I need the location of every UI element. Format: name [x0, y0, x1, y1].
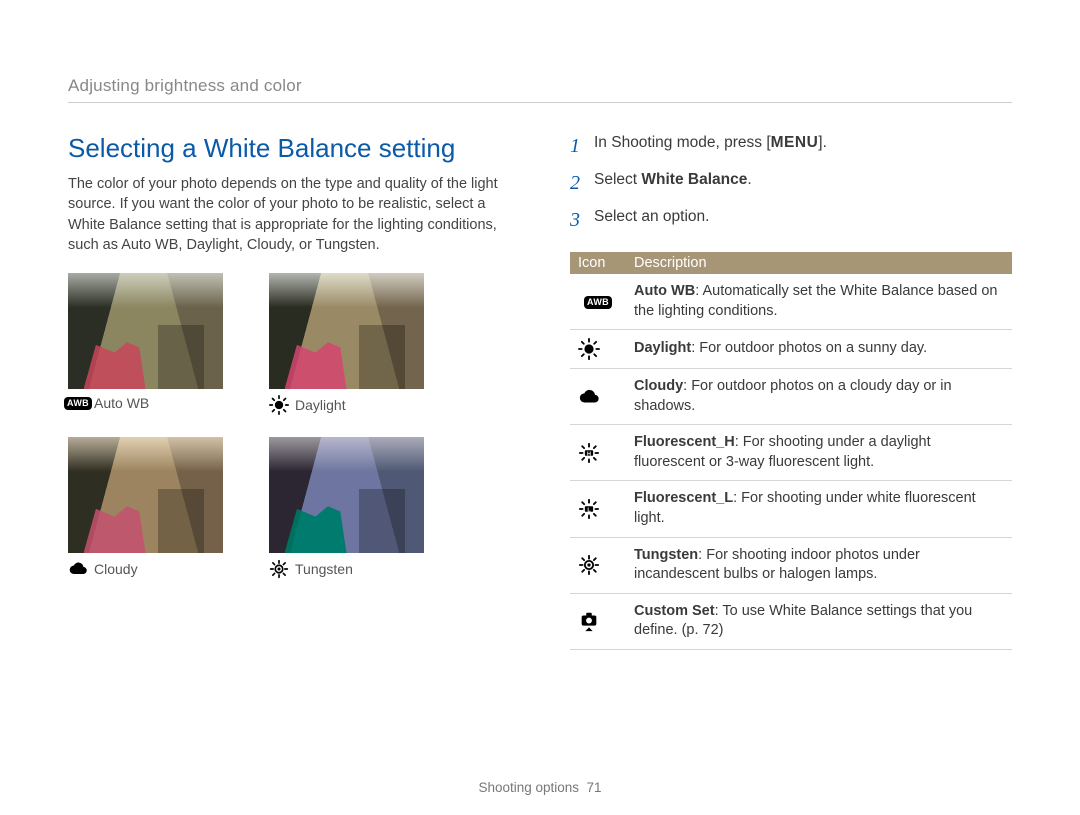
fluorescent-l-icon: L — [578, 498, 618, 520]
svg-text:H: H — [587, 451, 591, 457]
options-table: Icon Description AWB Auto WB: Automatica… — [570, 252, 1012, 650]
awb-icon: AWB — [68, 397, 88, 410]
step-bold: White Balance — [641, 171, 747, 188]
page-title: Selecting a White Balance setting — [68, 133, 510, 164]
menu-key: MENU — [771, 134, 819, 151]
step-text: Select — [594, 171, 641, 188]
step-number: 2 — [570, 170, 594, 197]
thumb-tungsten: Tungsten — [269, 437, 424, 579]
table-row: AWB Auto WB: Automatically set the White… — [570, 274, 1012, 330]
step-number: 3 — [570, 207, 594, 234]
table-row: Tungsten: For shooting indoor photos und… — [570, 537, 1012, 593]
thumb-label-text: Auto WB — [94, 395, 149, 411]
option-name: Fluorescent_H — [634, 434, 735, 450]
option-name: Cloudy — [634, 378, 683, 394]
thumb-label-text: Daylight — [295, 397, 346, 413]
step-text: In Shooting mode, press [ — [594, 134, 771, 151]
option-name: Auto WB — [634, 283, 695, 299]
tungsten-icon — [578, 554, 618, 576]
step-number: 1 — [570, 133, 594, 160]
thumb-label-text: Tungsten — [295, 561, 353, 577]
breadcrumb: Adjusting brightness and color — [68, 76, 1012, 103]
thumb-label-text: Cloudy — [94, 561, 138, 577]
intro-paragraph: The color of your photo depends on the t… — [68, 174, 510, 255]
table-row: L Fluorescent_L: For shooting under whit… — [570, 481, 1012, 537]
awb-icon: AWB — [584, 293, 612, 309]
daylight-icon — [269, 395, 289, 415]
thumb-auto-wb: AWB Auto WB — [68, 273, 223, 415]
thumb-image — [68, 437, 223, 553]
step-text: . — [747, 171, 751, 188]
table-row: Daylight: For outdoor photos on a sunny … — [570, 330, 1012, 369]
step-text: Select an option. — [594, 207, 709, 234]
thumb-image — [269, 437, 424, 553]
cloudy-icon — [68, 559, 88, 579]
tungsten-icon — [269, 559, 289, 579]
thumb-image — [68, 273, 223, 389]
table-row: H Fluorescent_H: For shooting under a da… — [570, 425, 1012, 481]
thumb-image — [269, 273, 424, 389]
steps-list: 1 In Shooting mode, press [MENU]. 2 Sele… — [570, 133, 1012, 234]
option-name: Tungsten — [634, 547, 698, 563]
footer-page: 71 — [587, 780, 602, 795]
fluorescent-h-icon: H — [578, 442, 618, 464]
daylight-icon — [578, 338, 618, 360]
option-desc: : For outdoor photos on a sunny day. — [691, 340, 927, 356]
table-row: Cloudy: For outdoor photos on a cloudy d… — [570, 369, 1012, 425]
option-name: Fluorescent_L — [634, 490, 733, 506]
option-name: Daylight — [634, 340, 691, 356]
table-row: Custom Set: To use White Balance setting… — [570, 593, 1012, 649]
custom-set-icon — [578, 608, 618, 634]
step-3: 3 Select an option. — [570, 207, 1012, 234]
thumbnail-grid: AWB Auto WB Daylight Cloudy — [68, 273, 510, 579]
page-footer: Shooting options 71 — [0, 780, 1080, 795]
thumb-daylight: Daylight — [269, 273, 424, 415]
option-name: Custom Set — [634, 603, 715, 619]
thumb-cloudy: Cloudy — [68, 437, 223, 579]
step-1: 1 In Shooting mode, press [MENU]. — [570, 133, 1012, 160]
col-header-description: Description — [626, 252, 1012, 274]
step-text: ]. — [818, 134, 827, 151]
footer-section: Shooting options — [478, 780, 579, 795]
step-2: 2 Select White Balance. — [570, 170, 1012, 197]
col-header-icon: Icon — [570, 252, 626, 274]
cloudy-icon — [578, 386, 618, 408]
